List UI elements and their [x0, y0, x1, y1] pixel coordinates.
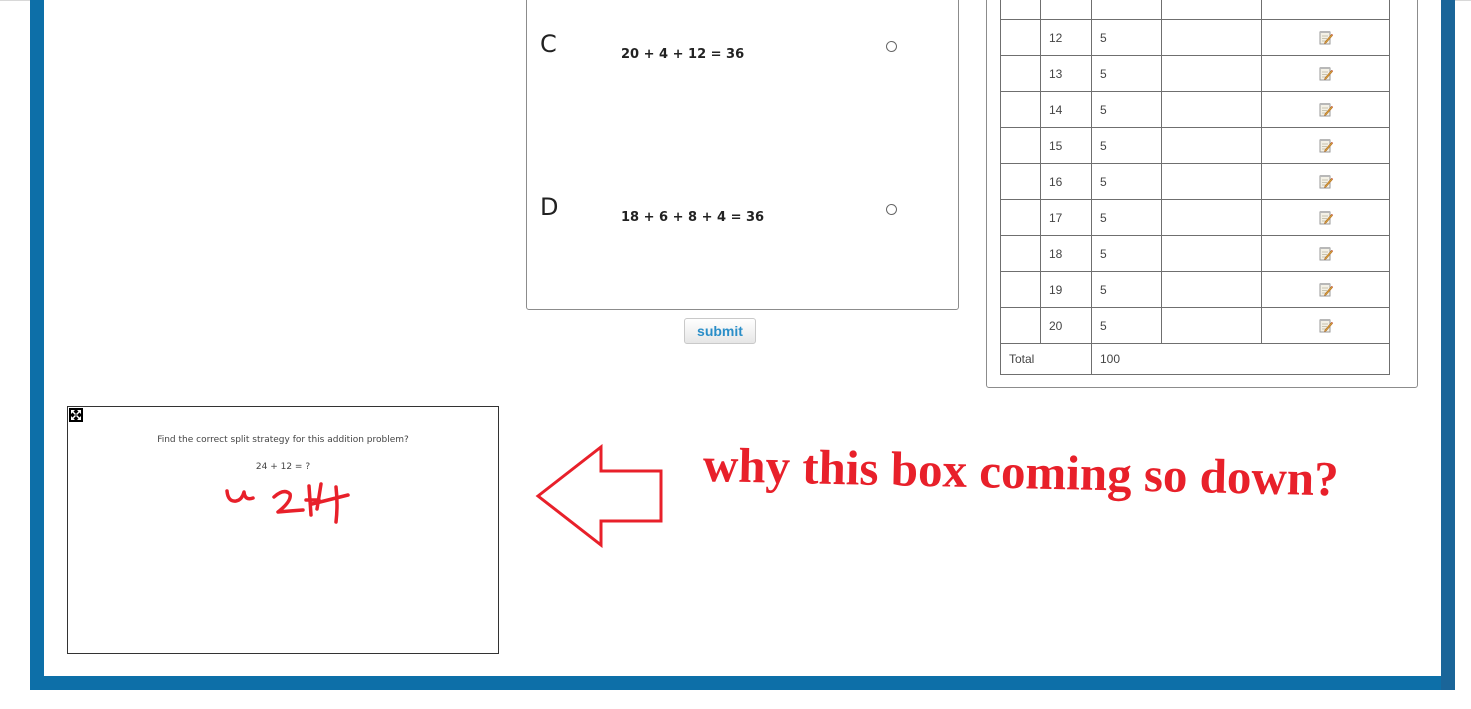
question-points: 5 [1091, 199, 1162, 236]
embedded-equation: 24 + 12 = ? [255, 462, 311, 472]
table-row: 18 5 [1000, 235, 1390, 272]
question-points: 5 [1091, 271, 1162, 308]
question-number: 15 [1040, 127, 1092, 164]
edit-icon[interactable] [1319, 318, 1333, 333]
edit-icon[interactable] [1319, 102, 1333, 117]
edit-icon[interactable] [1319, 210, 1333, 225]
total-label: Total [1000, 343, 1092, 375]
question-points: 5 [1091, 91, 1162, 128]
table-row-partial [1000, 0, 1390, 20]
total-row: Total 100 [1000, 343, 1390, 375]
question-number: 14 [1040, 91, 1092, 128]
question-points: 5 [1091, 55, 1162, 92]
page-frame-shadow [1441, 0, 1455, 690]
total-value: 100 [1091, 343, 1390, 375]
edit-icon[interactable] [1319, 174, 1333, 189]
submit-button[interactable]: submit [684, 318, 756, 344]
question-number: 17 [1040, 199, 1092, 236]
question-points: 5 [1091, 235, 1162, 272]
question-number: 12 [1040, 19, 1092, 56]
edit-icon[interactable] [1319, 30, 1333, 45]
edit-icon[interactable] [1319, 282, 1333, 297]
question-number: 13 [1040, 55, 1092, 92]
question-points: 5 [1091, 163, 1162, 200]
handwriting-scribble [225, 482, 350, 524]
question-number: 19 [1040, 271, 1092, 308]
table-row: 16 5 [1000, 163, 1390, 200]
question-number: 18 [1040, 235, 1092, 272]
table-row: 13 5 [1000, 55, 1390, 92]
edit-icon[interactable] [1319, 246, 1333, 261]
option-c-text: 20 + 4 + 12 = 36 [621, 47, 745, 62]
embedded-activity-box[interactable]: Find the correct split strategy for this… [67, 406, 499, 654]
table-row: 12 5 [1000, 19, 1390, 56]
table-row: 17 5 [1000, 199, 1390, 236]
embedded-question-text: Find the correct split strategy for this… [157, 435, 409, 445]
edit-icon[interactable] [1319, 138, 1333, 153]
option-c-letter: C [540, 30, 557, 58]
option-c-radio[interactable] [886, 41, 897, 52]
table-row: 20 5 [1000, 307, 1390, 344]
left-arrow-annotation [535, 444, 663, 548]
expand-icon[interactable] [69, 408, 83, 422]
question-points: 5 [1091, 127, 1162, 164]
question-points: 5 [1091, 307, 1162, 344]
table-row: 19 5 [1000, 271, 1390, 308]
option-d-letter: D [540, 193, 559, 221]
edit-icon[interactable] [1319, 66, 1333, 81]
question-points: 5 [1091, 19, 1162, 56]
option-d-radio[interactable] [886, 204, 897, 215]
question-number: 16 [1040, 163, 1092, 200]
table-row: 15 5 [1000, 127, 1390, 164]
table-row: 14 5 [1000, 91, 1390, 128]
option-d-text: 18 + 6 + 8 + 4 = 36 [621, 210, 765, 225]
score-table: 12 5 13 5 14 5 15 5 16 5 17 5 18 5 19 5 … [1000, 0, 1390, 375]
question-number: 20 [1040, 307, 1092, 344]
